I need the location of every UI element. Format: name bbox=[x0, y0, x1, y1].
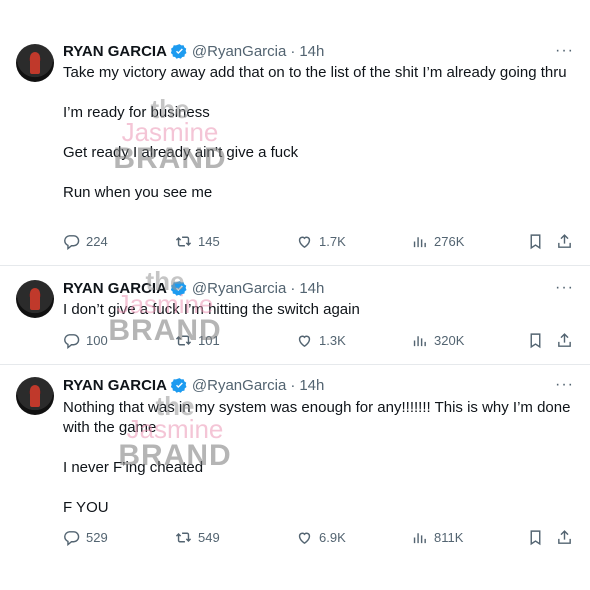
reply-button[interactable]: 100 bbox=[63, 332, 108, 349]
tweet-line: Run when you see me bbox=[63, 184, 213, 201]
retweet-icon bbox=[175, 236, 192, 247]
user-handle[interactable]: @RyanGarcia bbox=[192, 43, 286, 60]
reply-count: 529 bbox=[86, 530, 108, 545]
tweet-line: Nothing that was in my system was enough… bbox=[63, 399, 571, 436]
views-button[interactable]: 276K bbox=[411, 233, 464, 250]
like-count: 1.7K bbox=[319, 234, 346, 249]
retweet-icon bbox=[175, 532, 192, 543]
user-handle[interactable]: @RyanGarcia bbox=[192, 280, 286, 297]
verified-badge-icon bbox=[170, 43, 187, 59]
timestamp[interactable]: 14h bbox=[299, 280, 324, 297]
views-chart-icon bbox=[413, 533, 426, 544]
separator-dot: · bbox=[290, 376, 296, 394]
bookmark-icon[interactable] bbox=[527, 233, 544, 250]
like-button[interactable]: 1.3K bbox=[296, 332, 346, 349]
heart-icon bbox=[298, 532, 311, 545]
like-button[interactable]: 1.7K bbox=[296, 233, 346, 250]
separator-dot: · bbox=[290, 279, 296, 297]
avatar[interactable] bbox=[16, 44, 54, 82]
reply-count: 100 bbox=[86, 333, 108, 348]
more-options-icon[interactable]: ··· bbox=[555, 279, 574, 297]
tweet-line: Take my victory away add that on to the … bbox=[63, 64, 567, 81]
tweet-line bbox=[63, 438, 578, 458]
retweet-icon bbox=[175, 335, 192, 346]
tweet-line: I’m ready for business bbox=[63, 104, 210, 121]
tweet-actions: 529 549 6.9K 811K bbox=[63, 529, 573, 549]
tweet-line bbox=[63, 83, 578, 103]
views-chart-icon bbox=[413, 336, 426, 347]
avatar[interactable] bbox=[16, 377, 54, 415]
tweet-header: RYAN GARCIA @RyanGarcia · 14h bbox=[63, 40, 324, 62]
retweet-count: 145 bbox=[198, 234, 220, 249]
view-count: 320K bbox=[434, 333, 465, 348]
reply-icon bbox=[64, 334, 80, 349]
tweet-line: I don’t give a fuck I’m hitting the swit… bbox=[63, 301, 360, 318]
bookmark-icon[interactable] bbox=[527, 332, 544, 349]
share-icon[interactable] bbox=[556, 233, 573, 250]
display-name[interactable]: RYAN GARCIA bbox=[63, 280, 167, 297]
like-button[interactable]: 6.9K bbox=[296, 529, 346, 546]
like-count: 1.3K bbox=[319, 333, 346, 348]
reply-count: 224 bbox=[86, 234, 108, 249]
tweet-1[interactable]: RYAN GARCIA @RyanGarcia · 14h ··· Take m… bbox=[0, 0, 590, 265]
tweet-text: I don’t give a fuck I’m hitting the swit… bbox=[63, 300, 578, 320]
reply-button[interactable]: 224 bbox=[63, 233, 108, 250]
retweet-button[interactable]: 145 bbox=[175, 233, 220, 250]
tweet-header: RYAN GARCIA @RyanGarcia · 14h bbox=[63, 374, 324, 396]
display-name[interactable]: RYAN GARCIA bbox=[63, 43, 167, 60]
share-icon[interactable] bbox=[556, 332, 573, 349]
timestamp[interactable]: 14h bbox=[299, 43, 324, 60]
heart-icon bbox=[298, 236, 311, 249]
avatar[interactable] bbox=[16, 280, 54, 318]
tweet-2[interactable]: RYAN GARCIA @RyanGarcia · 14h ··· I don’… bbox=[0, 266, 590, 364]
tweet-line: Get ready I already ain’t give a fuck bbox=[63, 144, 299, 161]
retweet-button[interactable]: 549 bbox=[175, 529, 220, 546]
retweet-count: 549 bbox=[198, 530, 220, 545]
reply-button[interactable]: 529 bbox=[63, 529, 108, 546]
more-options-icon[interactable]: ··· bbox=[555, 42, 574, 60]
views-chart-icon bbox=[413, 237, 426, 248]
more-options-icon[interactable]: ··· bbox=[555, 376, 574, 394]
view-count: 276K bbox=[434, 234, 465, 249]
tweet-actions: 100 101 1.3K 320K bbox=[63, 332, 573, 352]
reply-icon bbox=[64, 531, 80, 546]
tweet-line bbox=[63, 478, 578, 498]
bookmark-icon[interactable] bbox=[527, 529, 544, 546]
tweet-text: Nothing that was in my system was enough… bbox=[63, 398, 578, 518]
tweet-line bbox=[63, 163, 578, 183]
tweet-text: Take my victory away add that on to the … bbox=[63, 63, 578, 203]
timestamp[interactable]: 14h bbox=[299, 377, 324, 394]
tweet-actions: 224 145 1.7K 276K bbox=[63, 233, 573, 253]
tweet-line: I never F’ing cheated bbox=[63, 459, 204, 476]
verified-badge-icon bbox=[170, 280, 187, 296]
tweet-line bbox=[63, 123, 578, 143]
verified-badge-icon bbox=[170, 377, 187, 393]
tweet-3[interactable]: RYAN GARCIA @RyanGarcia · 14h ··· Nothin… bbox=[0, 365, 590, 590]
share-icon[interactable] bbox=[556, 529, 573, 546]
retweet-button[interactable]: 101 bbox=[175, 332, 220, 349]
separator-dot: · bbox=[290, 42, 296, 60]
reply-icon bbox=[64, 235, 80, 250]
tweet-header: RYAN GARCIA @RyanGarcia · 14h bbox=[63, 277, 324, 299]
retweet-count: 101 bbox=[198, 333, 220, 348]
display-name[interactable]: RYAN GARCIA bbox=[63, 377, 167, 394]
heart-icon bbox=[298, 335, 311, 348]
like-count: 6.9K bbox=[319, 530, 346, 545]
tweet-line: F YOU bbox=[63, 499, 109, 516]
views-button[interactable]: 811K bbox=[411, 529, 463, 546]
user-handle[interactable]: @RyanGarcia bbox=[192, 377, 286, 394]
view-count: 811K bbox=[434, 530, 464, 545]
views-button[interactable]: 320K bbox=[411, 332, 464, 349]
